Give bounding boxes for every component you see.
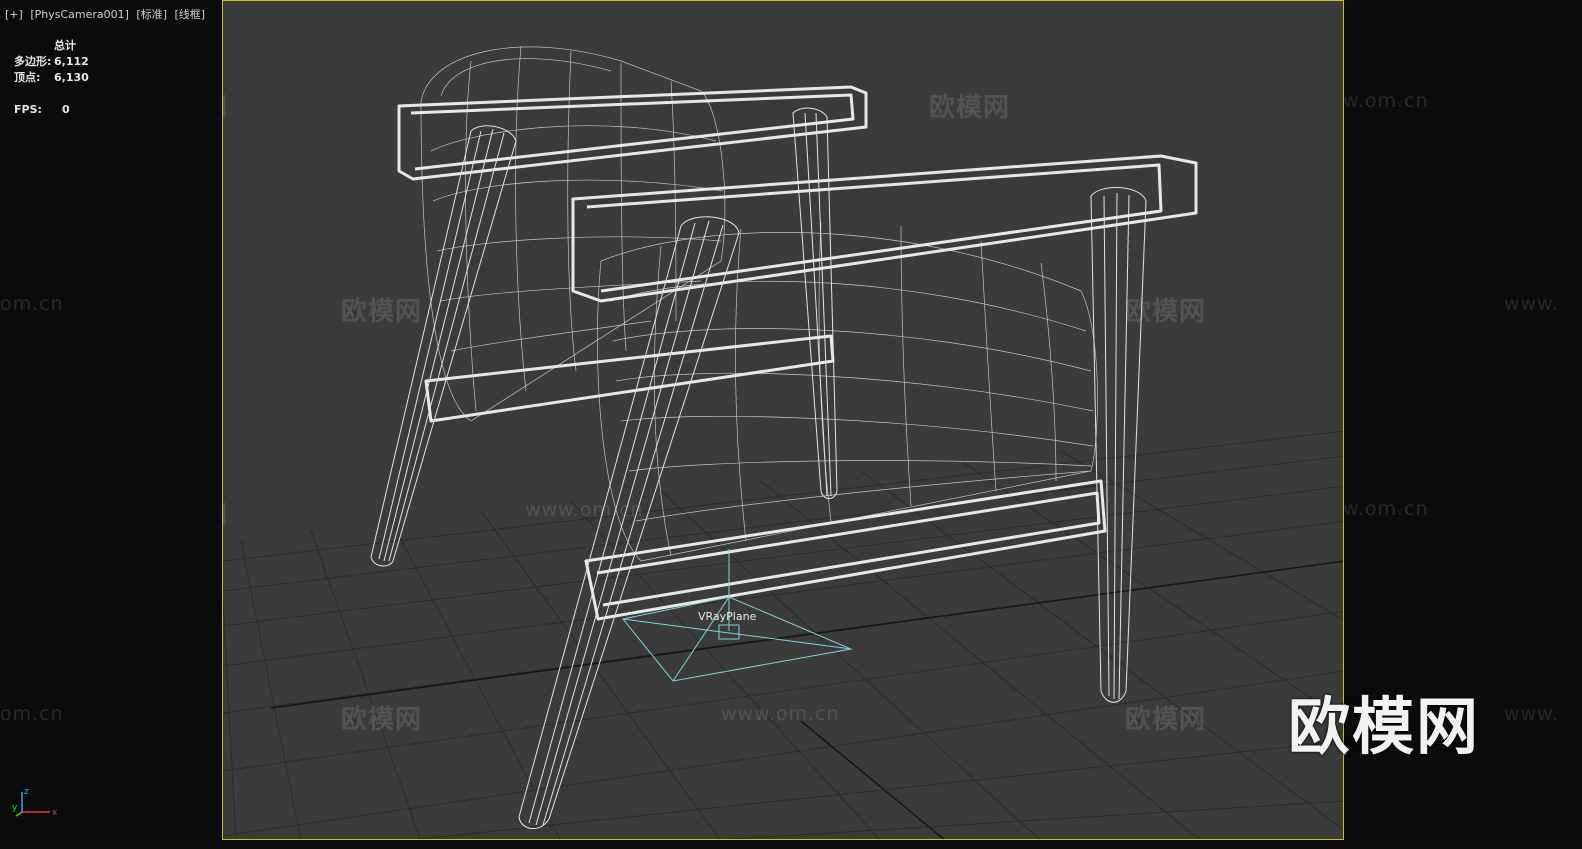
- viewport-shading-wireframe[interactable]: [线框]: [175, 8, 206, 21]
- vertices-label: 顶点:: [14, 71, 41, 84]
- watermark-cn: 欧模网: [341, 705, 423, 735]
- watermark-cn: 欧模网: [223, 495, 228, 532]
- stats-vertices: 顶点: 6,130: [14, 70, 89, 86]
- vray-plane-label: VRayPlane: [698, 610, 757, 623]
- viewport-menu-plus[interactable]: [+]: [5, 8, 23, 21]
- axis-tripod-icon: x z y: [12, 787, 58, 818]
- stats-fps: FPS: 0: [14, 102, 89, 118]
- scene-statistics: 总计 多边形: 6,112 顶点: 6,130 FPS: 0: [14, 38, 89, 118]
- stats-polygons: 多边形: 6,112: [14, 54, 89, 70]
- fps-value: 0: [62, 103, 70, 116]
- vertices-value: 6,130: [54, 71, 89, 84]
- viewport-camera-menu[interactable]: [PhysCamera001]: [30, 8, 129, 21]
- ground-grid: [223, 430, 1343, 839]
- watermark-cn: 欧模网: [929, 93, 1011, 123]
- watermark-url: www.: [1504, 703, 1559, 725]
- polygons-value: 6,112: [54, 55, 89, 68]
- viewport-shading-standard[interactable]: [标准]: [136, 8, 167, 21]
- camera-viewport[interactable]: 欧模网 欧模网 欧模网 欧模网 欧模网 www.om.cn 欧模网 www.om…: [222, 0, 1344, 840]
- watermark-url: www.om.cn: [525, 499, 644, 521]
- watermark-cn: 欧模网: [341, 297, 423, 327]
- axis-z-label: z: [24, 787, 29, 797]
- watermark-url: www.om.cn: [721, 703, 840, 725]
- watermark-url: om.cn: [0, 703, 64, 725]
- watermark-cn: 欧模网: [223, 87, 228, 124]
- watermark-url: www.: [1504, 293, 1559, 315]
- polygons-label: 多边形:: [14, 55, 52, 68]
- watermark-cn: 欧模网: [1125, 705, 1207, 735]
- axis-y-label: y: [12, 803, 18, 813]
- fps-label: FPS:: [14, 103, 42, 116]
- watermark-logo: 欧模网: [1288, 690, 1481, 763]
- viewport-label[interactable]: [+] [PhysCamera001] [标准] [线框]: [5, 6, 209, 22]
- back-left-leg: [370, 125, 517, 567]
- watermark-url: om.cn: [0, 293, 64, 315]
- axis-x-label: x: [52, 808, 58, 818]
- front-right-leg: [1090, 186, 1147, 703]
- back-right-leg: [792, 107, 838, 499]
- watermark-cn: 欧模网: [1125, 297, 1207, 327]
- stats-header: 总计: [54, 39, 76, 52]
